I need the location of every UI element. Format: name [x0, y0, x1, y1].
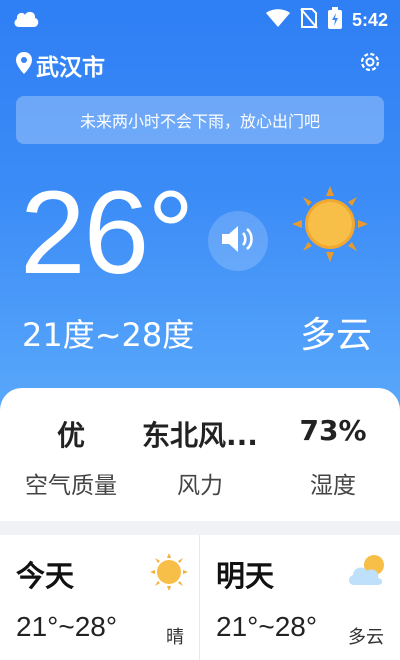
- sun-icon: [292, 186, 368, 266]
- forecast-range: 21°~28°: [216, 611, 318, 642]
- status-time: 5:42: [351, 9, 388, 30]
- forecast-day-name: 今天: [16, 559, 75, 593]
- status-bar: 5:42: [0, 0, 400, 36]
- humidity-label: 湿度: [310, 473, 356, 499]
- city-selector[interactable]: 武汉市: [16, 48, 105, 82]
- no-sim-icon: [300, 7, 318, 33]
- current-condition: 多云: [299, 315, 372, 356]
- forecast-condition: 晴: [166, 627, 184, 648]
- section-divider: [0, 521, 400, 535]
- forecast-condition: 多云: [348, 627, 384, 648]
- location-pin-icon: [16, 52, 32, 78]
- city-name: 武汉市: [36, 55, 105, 81]
- forecast-divider: [199, 535, 200, 660]
- forecast-range: 21°~28°: [16, 611, 118, 642]
- forecast-tomorrow[interactable]: 明天 21°~28° 多云: [200, 535, 400, 660]
- forecast-section: 今天 21°~28° 晴 明天 21°~28° 多云: [0, 535, 400, 660]
- air-quality-value: 优: [56, 419, 85, 452]
- battery-charging-icon: [327, 7, 342, 33]
- speaker-button[interactable]: [208, 211, 268, 271]
- metrics-card: 优 空气质量 东北风... 风力 73% 湿度: [0, 388, 400, 521]
- current-temperature: 26°: [20, 167, 194, 299]
- cloud-icon: [12, 7, 40, 33]
- sun-icon: [150, 553, 188, 595]
- partly-cloudy-icon: [346, 553, 388, 593]
- forecast-day-name: 明天: [216, 559, 275, 593]
- wind-label: 风力: [177, 473, 223, 499]
- speaker-icon: [220, 223, 256, 259]
- gear-icon[interactable]: [358, 50, 382, 78]
- humidity-value: 73%: [299, 414, 367, 447]
- air-quality-label: 空气质量: [25, 473, 117, 499]
- forecast-today[interactable]: 今天 21°~28° 晴: [0, 535, 200, 660]
- wifi-icon: [265, 8, 290, 32]
- rain-notice-banner[interactable]: 未来两小时不会下雨，放心出门吧: [16, 96, 384, 144]
- today-temperature-range: 21度~28度: [22, 316, 195, 354]
- wind-value: 东北风...: [142, 419, 258, 452]
